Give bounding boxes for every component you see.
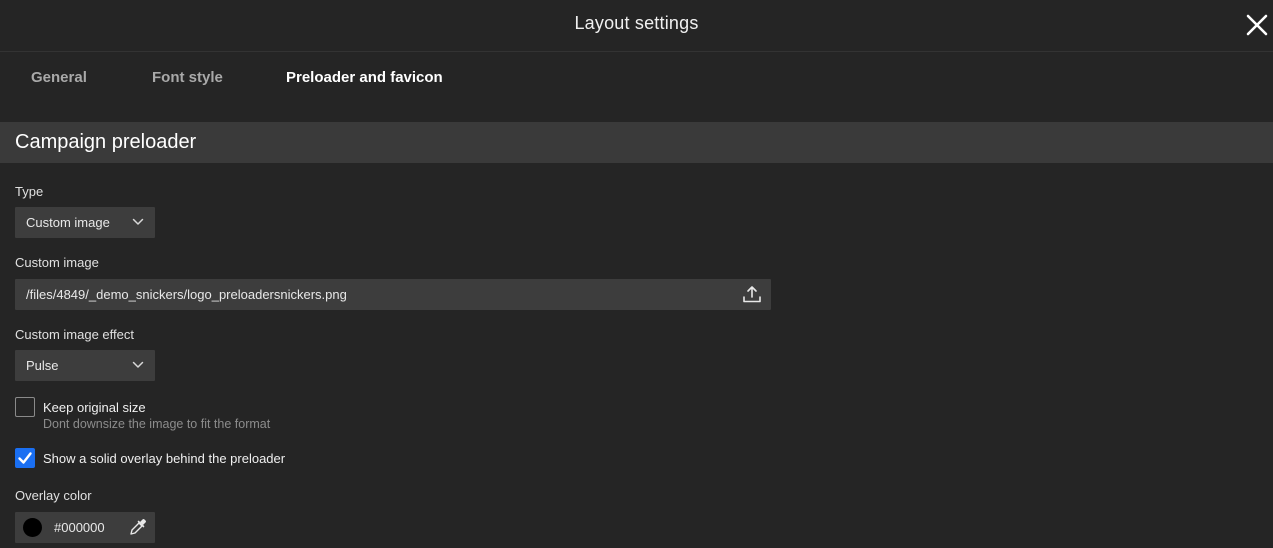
tab-bar: General Font style Preloader and favicon	[0, 52, 1273, 122]
keep-original-size-hint: Dont downsize the image to fit the forma…	[43, 417, 271, 431]
tab-general[interactable]: General	[31, 69, 87, 86]
keep-original-size-label: Keep original size	[43, 400, 146, 415]
overlay-label: Show a solid overlay behind the preloade…	[43, 451, 286, 466]
type-select-value: Custom image	[26, 215, 110, 230]
upload-icon[interactable]	[742, 284, 762, 304]
type-select[interactable]: Custom image	[15, 207, 155, 238]
type-label: Type	[15, 184, 44, 199]
modal-title: Layout settings	[574, 13, 699, 33]
custom-image-label: Custom image	[15, 255, 99, 270]
chevron-down-icon	[132, 361, 144, 368]
overlay-checkbox[interactable]	[15, 448, 35, 468]
chevron-down-icon	[132, 218, 144, 225]
close-icon[interactable]	[1242, 10, 1272, 40]
custom-image-effect-select[interactable]: Pulse	[15, 350, 155, 381]
overlay-color-label: Overlay color	[15, 488, 92, 503]
eyedropper-icon[interactable]	[128, 517, 148, 537]
checkmark-icon	[18, 452, 32, 464]
overlay-color-field[interactable]: #000000	[15, 512, 155, 543]
custom-image-path: /files/4849/_demo_snickers/logo_preloade…	[26, 287, 347, 302]
color-swatch[interactable]	[23, 518, 42, 537]
keep-original-size-checkbox[interactable]	[15, 397, 35, 417]
section-title: Campaign preloader	[15, 131, 197, 153]
section-header: Campaign preloader	[0, 122, 1273, 163]
effect-select-value: Pulse	[26, 358, 59, 373]
custom-image-field[interactable]: /files/4849/_demo_snickers/logo_preloade…	[15, 279, 771, 310]
tab-preloader-and-favicon[interactable]: Preloader and favicon	[286, 69, 443, 86]
modal-header: Layout settings	[0, 0, 1273, 52]
overlay-color-value[interactable]: #000000	[54, 520, 105, 535]
custom-image-effect-label: Custom image effect	[15, 327, 134, 342]
tab-font-style[interactable]: Font style	[152, 69, 223, 86]
